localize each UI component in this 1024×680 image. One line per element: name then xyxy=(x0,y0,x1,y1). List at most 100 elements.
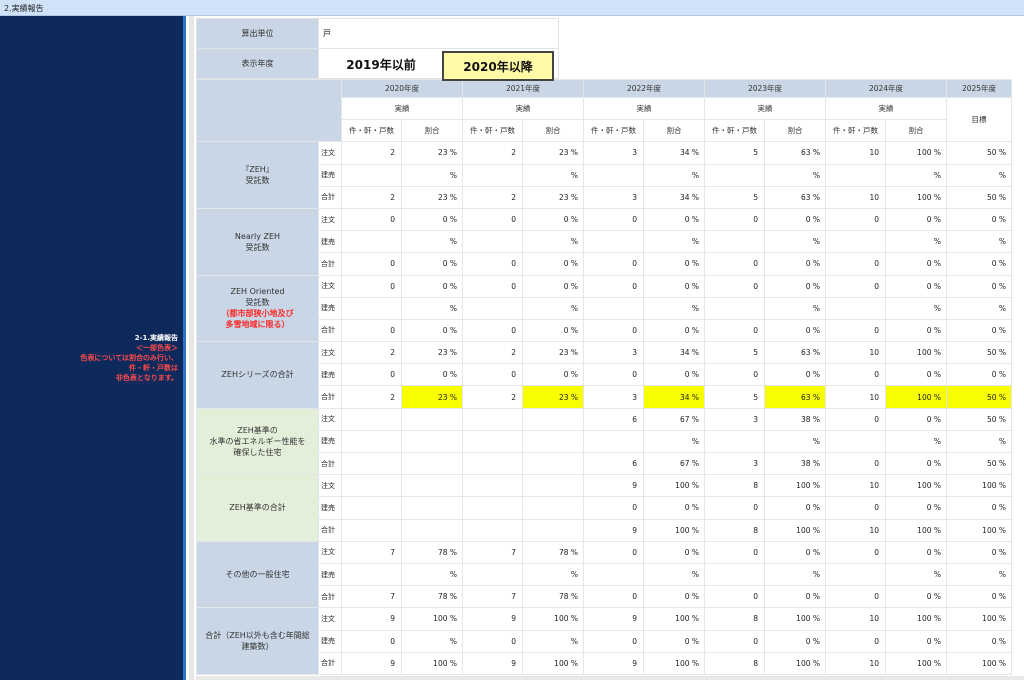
count-cell: 7 xyxy=(341,585,402,609)
row-type-label: 合計 xyxy=(318,451,342,476)
count-cell: 0 xyxy=(583,363,644,387)
year-header: 2020年度 xyxy=(341,79,463,98)
ratio-cell: % xyxy=(643,562,705,587)
year-before-2019-button[interactable]: 2019年以前 xyxy=(325,51,437,81)
count-cell: 0 xyxy=(825,207,886,232)
ratio-header: 割合 xyxy=(643,119,705,143)
count-cell: 0 xyxy=(704,252,765,276)
sidebar-note: 色表については割合のみ行い、 xyxy=(80,354,178,362)
table-row: 建売%%%%%% xyxy=(197,163,1012,187)
horizontal-scrollbar[interactable] xyxy=(196,676,1024,680)
ratio-cell: % xyxy=(764,562,826,587)
row-type-label: 建売 xyxy=(318,363,342,387)
count-cell: 3 xyxy=(583,185,644,209)
vertical-scrollbar[interactable] xyxy=(189,16,194,680)
ratio-cell: % xyxy=(764,429,826,454)
table-row: 建売 0% 0% 0 0 % 0 0 % 0 0 % 0 % xyxy=(197,629,1012,653)
ratio-cell xyxy=(522,496,584,520)
count-cell: 5 xyxy=(704,141,765,165)
count-cell: 2 xyxy=(462,141,523,165)
ratio-cell: 38 % xyxy=(764,407,826,431)
year-header: 2023年度 xyxy=(704,79,826,98)
count-cell xyxy=(462,296,523,320)
count-cell: 0 xyxy=(825,585,886,609)
count-header: 件・軒・戸数 xyxy=(704,119,765,143)
count-cell: 8 xyxy=(704,474,765,498)
row-type-label: 合計 xyxy=(318,518,342,542)
ratio-cell: 67 % xyxy=(643,407,705,431)
ratio-cell: 0 % xyxy=(522,363,584,387)
ratio-cell: % xyxy=(885,230,947,254)
count-cell xyxy=(825,230,886,254)
ratio-cell: % xyxy=(885,163,947,187)
jisseki-header: 実績 xyxy=(704,96,826,121)
count-cell: 9 xyxy=(583,518,644,542)
count-cell: 10 xyxy=(825,341,886,365)
ratio-cell: 63 % xyxy=(764,385,826,409)
count-cell: 3 xyxy=(704,451,765,476)
count-cell xyxy=(341,518,402,542)
count-cell: 10 xyxy=(825,141,886,165)
table-row: 合計 6 67 % 3 38 % 0 0 % 50 % xyxy=(197,451,1012,476)
ratio-cell: 63 % xyxy=(764,341,826,365)
row-type-label: 注文 xyxy=(318,274,342,298)
count-cell: 0 xyxy=(704,629,765,653)
count-cell xyxy=(583,429,644,454)
ratio-cell: % xyxy=(643,230,705,254)
row-type-label: 建売 xyxy=(318,296,342,320)
sidebar-title[interactable]: 2-1.実績報告 xyxy=(0,333,178,343)
row-type-label: 合計 xyxy=(318,385,342,409)
ratio-cell xyxy=(401,496,463,520)
jisseki-header: 実績 xyxy=(462,96,584,121)
table-row: 建売%%%%%% xyxy=(197,562,1012,587)
section-label: ZEH基準の合計 xyxy=(196,474,319,542)
count-cell: 0 xyxy=(462,207,523,232)
count-cell xyxy=(341,407,402,431)
count-cell: 0 xyxy=(462,363,523,387)
ratio-cell: 100 % xyxy=(522,607,584,631)
ratio-cell: 0 % xyxy=(643,252,705,276)
ratio-cell: % xyxy=(401,296,463,320)
table-row: 建売 0 0 % 0 0 % 0 0 % 0 % xyxy=(197,496,1012,520)
sidebar: 2-1.実績報告 ＜一部色表＞ 色表については割合のみ行い、 件・軒・戸数は 非… xyxy=(0,16,186,680)
ratio-cell: 0 % xyxy=(643,318,705,343)
row-type-label: 注文 xyxy=(318,207,342,232)
count-cell xyxy=(341,429,402,454)
ratio-cell: 100 % xyxy=(946,474,1012,498)
ratio-cell: % xyxy=(401,230,463,254)
ratio-cell: 0 % xyxy=(643,540,705,564)
table-row: 合計（ZEH以外も含む年間総 建築数） 注文 9 100 % 9 100 % 9 100 % 8… xyxy=(196,607,1012,675)
section-label: 『ZEH』 受託数 xyxy=(196,141,319,209)
section-label: ZEH Oriented 受託数 （都市部狭小地及び 多雪地域に限る） xyxy=(196,274,319,343)
ratio-cell: 23 % xyxy=(522,185,584,209)
count-cell: 7 xyxy=(341,540,402,564)
ratio-cell: % xyxy=(885,429,947,454)
section-label: その他の一般住宅 xyxy=(196,540,319,609)
count-cell: 0 xyxy=(583,540,644,564)
ratio-cell: 67 % xyxy=(643,451,705,476)
ratio-cell: 34 % xyxy=(643,341,705,365)
ratio-cell: % xyxy=(522,230,584,254)
ratio-cell: 0 % xyxy=(946,274,1012,298)
count-cell xyxy=(704,429,765,454)
row-type-label: 合計 xyxy=(318,252,342,276)
year-after-2020-button[interactable]: 2020年以降 xyxy=(442,51,554,81)
row-type-label: 注文 xyxy=(318,474,342,498)
ratio-cell: 100 % xyxy=(643,651,705,675)
ratio-cell: 100 % xyxy=(885,518,947,542)
ratio-cell: 100 % xyxy=(764,607,826,631)
count-cell xyxy=(341,451,402,476)
count-cell: 0 xyxy=(704,363,765,387)
unit-label: 算出単位 xyxy=(196,18,319,49)
table-row: その他の一般住宅 注文 7 78 % 7 78 % 0 0 % 0 0 % 0 0 % 0 % xyxy=(196,540,1012,609)
count-cell: 9 xyxy=(583,651,644,675)
row-type-label: 合計 xyxy=(318,585,342,609)
count-cell: 0 xyxy=(825,274,886,298)
count-cell: 8 xyxy=(704,518,765,542)
count-cell: 0 xyxy=(704,207,765,232)
count-cell: 0 xyxy=(704,540,765,564)
count-cell xyxy=(341,163,402,187)
ratio-cell xyxy=(401,518,463,542)
ratio-cell: 100 % xyxy=(885,607,947,631)
count-cell: 7 xyxy=(462,540,523,564)
